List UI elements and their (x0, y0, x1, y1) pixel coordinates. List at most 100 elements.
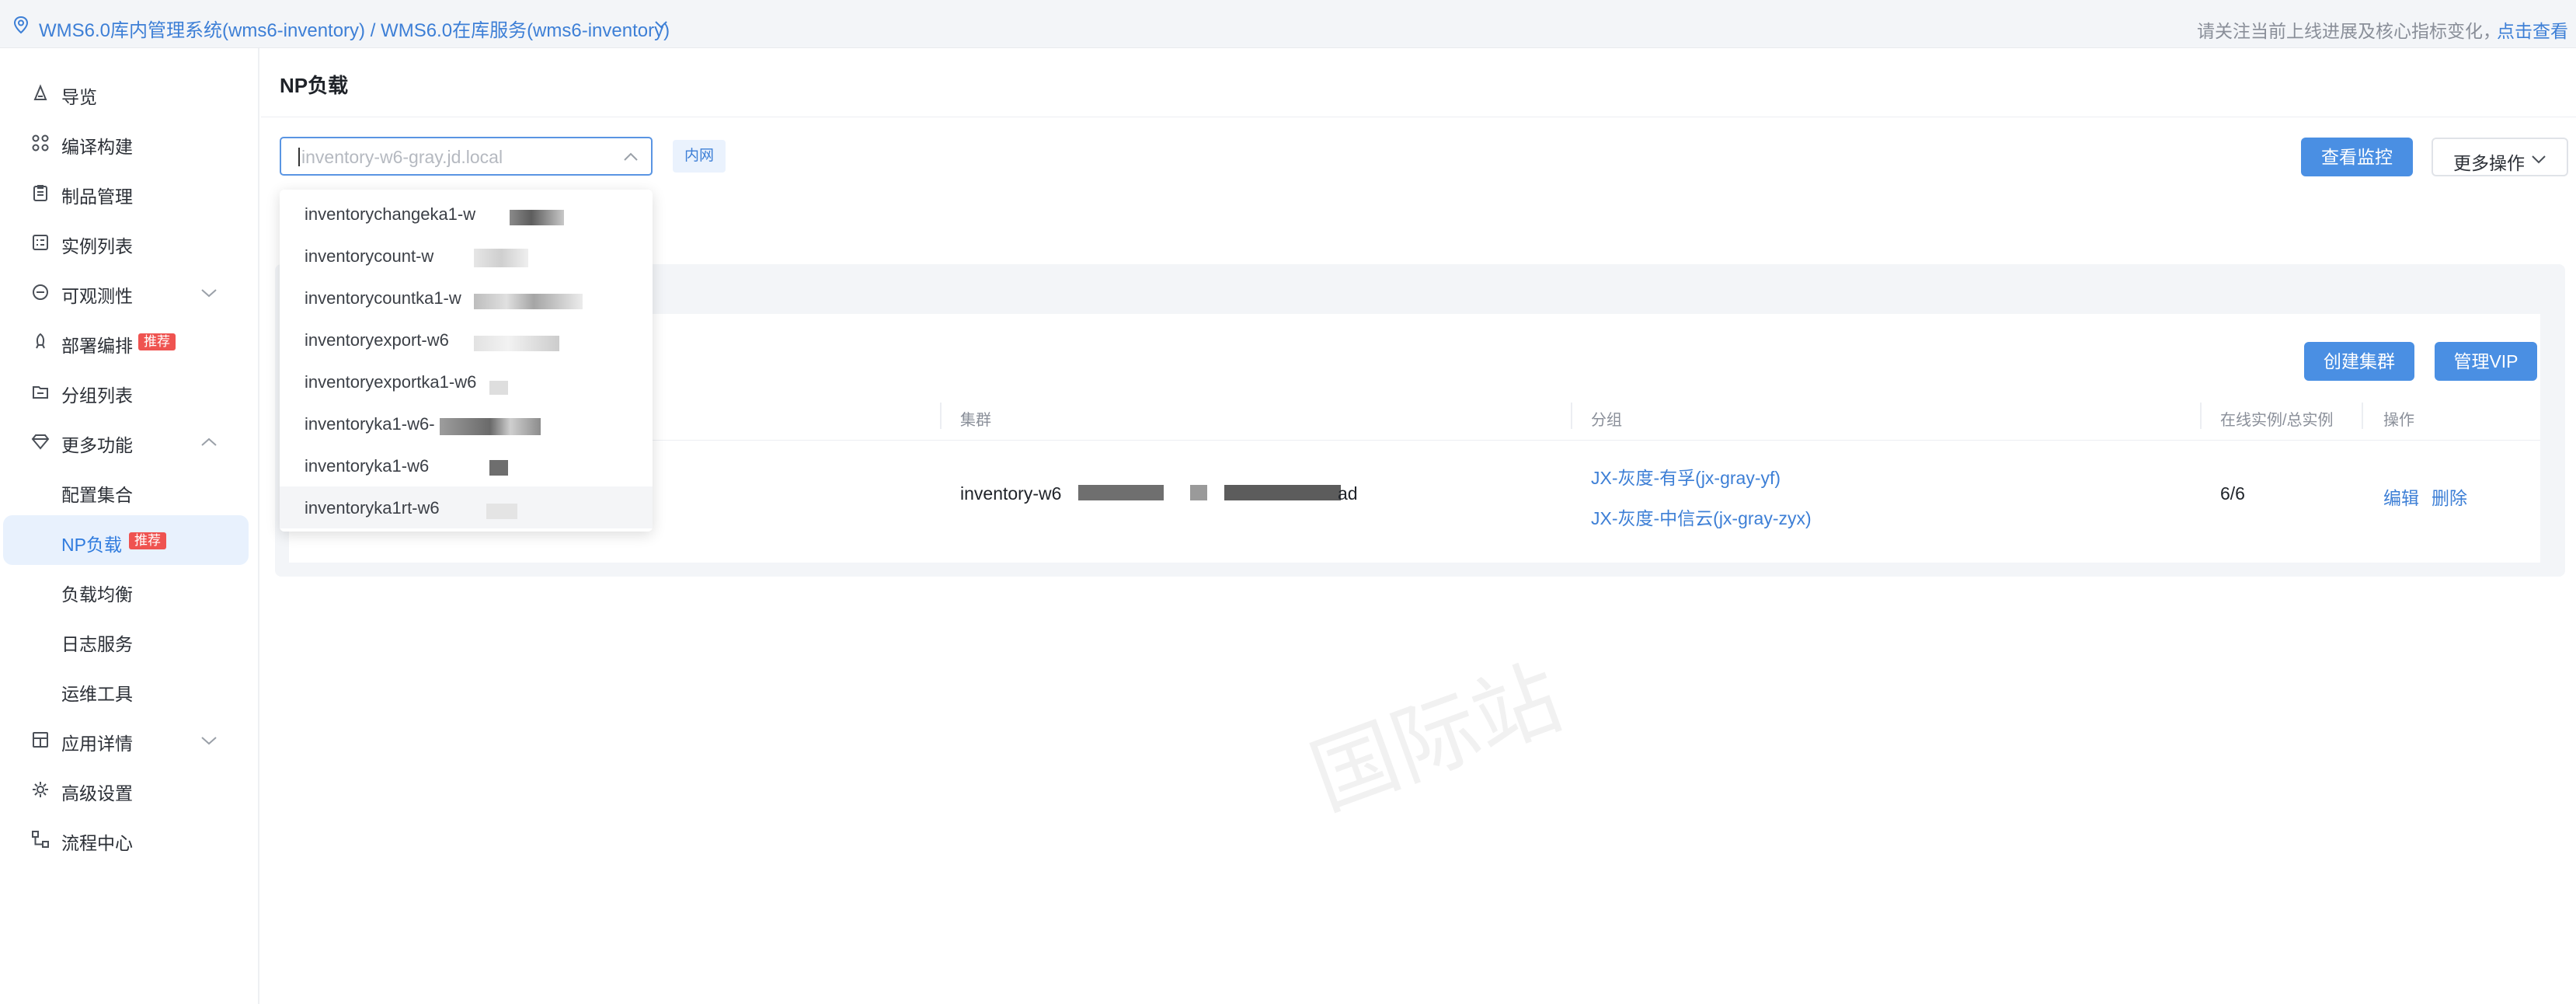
sidebar-item-load-balance[interactable]: 负载均衡 (0, 565, 259, 615)
chevron-down-icon (2532, 155, 2546, 164)
list-icon (33, 235, 48, 250)
sidebar-item-label: 导览 (61, 87, 97, 107)
redacted-text (474, 336, 559, 351)
redacted-text (1078, 485, 1164, 500)
page-title: NP负载 (280, 74, 349, 97)
redacted-text (474, 249, 528, 267)
dropdown-option-label: inventorycountka1-w (305, 288, 461, 308)
sidebar-item-label: 负载均衡 (61, 584, 133, 605)
create-cluster-button[interactable]: 创建集群 (2304, 342, 2414, 381)
home-icon (33, 84, 47, 100)
dropdown-option[interactable]: inventorycountka1-w (280, 277, 653, 319)
sidebar-item-np-load[interactable]: NP负载 推荐 (0, 515, 259, 565)
dropdown-option-label: inventoryka1-w6 (305, 456, 430, 476)
sidebar-item-label: 运维工具 (61, 684, 133, 704)
dropdown-option[interactable]: inventoryka1rt-w6 (280, 486, 653, 528)
dropdown-option[interactable]: inventoryexport-w6 (280, 319, 653, 361)
dropdown-option-label: inventoryexportka1-w6 (305, 372, 477, 392)
breadcrumb[interactable]: WMS6.0库内管理系统(wms6-inventory) / WMS6.0在库服… (39, 15, 670, 42)
column-header-group: 分组 (1591, 412, 1622, 429)
host-select[interactable]: inventory-w6-gray.jd.local (280, 137, 653, 176)
redacted-text (440, 418, 541, 435)
cluster-name-suffix: ad (1338, 483, 1358, 504)
sidebar-item-groups[interactable]: 分组列表 (0, 366, 259, 416)
column-divider (2362, 403, 2363, 429)
manage-vip-button[interactable]: 管理VIP (2435, 342, 2537, 381)
view-monitor-button[interactable]: 查看监控 (2301, 138, 2413, 176)
sidebar-item-more[interactable]: 更多功能 (0, 416, 259, 465)
sidebar-item-config[interactable]: 配置集合 (0, 465, 259, 515)
cluster-name: inventory-w6 (960, 483, 1061, 504)
group-link[interactable]: JX-灰度-有孚(jx-gray-yf) (1591, 463, 1781, 490)
sidebar: 导览 编译构建 制品管理 实例列表 可观测性 部署编排 推荐 分组列表 更多功能… (0, 48, 259, 1004)
active-highlight (3, 515, 249, 565)
sidebar-item-label: NP负载 (61, 535, 122, 555)
instance-count: 6/6 (2220, 483, 2245, 504)
sidebar-item-label: 可观测性 (61, 286, 133, 306)
redacted-text (510, 210, 564, 225)
dropdown-option[interactable]: inventorycount-w (280, 235, 653, 277)
chevron-down-icon[interactable] (654, 20, 668, 30)
sidebar-item-label: 分组列表 (61, 385, 133, 406)
sidebar-item-label: 高级设置 (61, 783, 133, 804)
column-divider (2200, 403, 2202, 429)
delete-link[interactable]: 删除 (2432, 483, 2467, 510)
chevron-up-icon[interactable] (623, 152, 639, 162)
recommend-badge: 推荐 (138, 333, 176, 350)
host-select-placeholder: inventory-w6-gray.jd.local (301, 147, 503, 167)
host-dropdown: inventorychangeka1-w inventorycount-w in… (280, 190, 653, 532)
sidebar-item-logs[interactable]: 日志服务 (0, 615, 259, 664)
sidebar-item-workflow[interactable]: 流程中心 (0, 814, 259, 863)
observe-icon (33, 284, 48, 300)
sidebar-item-label: 配置集合 (61, 485, 133, 505)
flow-icon (32, 831, 49, 848)
watermark: 国际站 (1299, 649, 1573, 828)
layout-icon (33, 732, 48, 748)
chevron-up-icon (201, 438, 217, 446)
dropdown-option-label: inventorychangeka1-w (305, 204, 476, 224)
sidebar-item-advanced[interactable]: 高级设置 (0, 764, 259, 814)
sidebar-item-label: 日志服务 (61, 634, 133, 654)
dropdown-option-label: inventoryexport-w6 (305, 330, 449, 350)
dropdown-option[interactable]: inventoryexportka1-w6 (280, 361, 653, 403)
sidebar-item-artifacts[interactable]: 制品管理 (0, 167, 259, 217)
redacted-text (489, 381, 508, 395)
chevron-down-icon (201, 737, 217, 745)
sidebar-item-instances[interactable]: 实例列表 (0, 217, 259, 267)
more-actions-button[interactable]: 更多操作 (2432, 138, 2568, 176)
sidebar-item-app-details[interactable]: 应用详情 (0, 714, 259, 764)
folder-icon (33, 386, 48, 399)
dropdown-option[interactable]: inventoryka1-w6- (280, 403, 653, 444)
sidebar-item-label: 流程中心 (61, 833, 133, 853)
group-link[interactable]: JX-灰度-中信云(jx-gray-zyx) (1591, 504, 1812, 530)
notice-link[interactable]: 点击查看 (2497, 16, 2568, 43)
sidebar-item-label: 实例列表 (61, 236, 133, 256)
redacted-text (1224, 485, 1341, 500)
sidebar-item-label: 制品管理 (61, 187, 133, 207)
edit-link[interactable]: 编辑 (2383, 483, 2419, 510)
sidebar-item-overview[interactable]: 导览 (0, 68, 259, 117)
sidebar-item-deploy[interactable]: 部署编排 推荐 (0, 316, 259, 366)
sidebar-item-label: 更多功能 (61, 435, 133, 455)
chevron-down-icon (201, 289, 217, 298)
column-header-actions: 操作 (2383, 412, 2414, 429)
dropdown-option[interactable]: inventoryka1-w6 (280, 444, 653, 486)
text-cursor (298, 148, 300, 166)
column-divider (940, 403, 942, 429)
network-tag: 内网 (673, 140, 726, 173)
sidebar-item-ops-tools[interactable]: 运维工具 (0, 664, 259, 714)
redacted-text (1190, 485, 1207, 500)
sidebar-item-observability[interactable]: 可观测性 (0, 267, 259, 316)
sidebar-item-build[interactable]: 编译构建 (0, 117, 259, 167)
more-actions-label: 更多操作 (2453, 153, 2525, 173)
sidebar-item-label: 部署编排 (61, 336, 133, 356)
dropdown-option[interactable]: inventorychangeka1-w (280, 193, 653, 235)
redacted-text (489, 460, 508, 476)
diamond-icon (31, 434, 50, 450)
dropdown-option-label: inventoryka1rt-w6 (305, 498, 440, 518)
rocket-icon (36, 333, 45, 349)
location-pin-icon (13, 16, 29, 34)
dropdown-option-label: inventoryka1-w6- (305, 414, 435, 434)
redacted-text (474, 294, 583, 309)
column-header-cluster: 集群 (960, 412, 991, 429)
